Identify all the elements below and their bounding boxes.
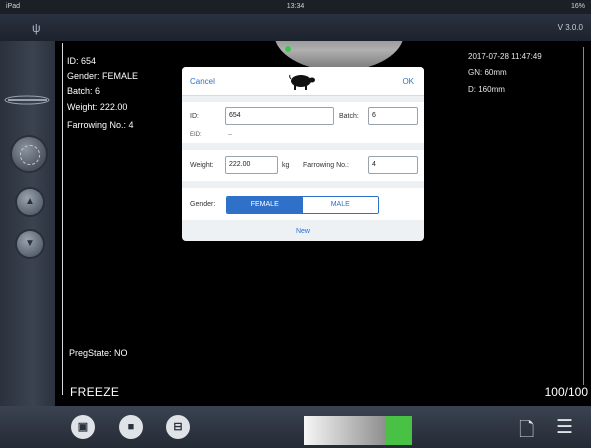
status-bar: iPad 13:34 16% [0,0,591,14]
id-label: ID: [190,113,199,120]
camera-icon[interactable]: ■ [119,415,143,439]
pig-icon [289,74,315,90]
file-search-icon[interactable]: 🗋 [519,416,534,448]
gain-dial[interactable] [12,137,46,171]
dialog-header: Cancel OK [182,67,424,96]
gender-label: Gender: [190,201,216,208]
farrowing-label: Farrowing No.: [303,162,349,169]
gray-scale-ruler [578,47,584,385]
gray-scale-bar[interactable] [304,416,412,445]
new-button[interactable]: New [182,228,424,235]
weight-field[interactable]: 222.00 [225,156,278,174]
animal-info-dialog: Cancel OK ID: 654 Batch: 6 EID: -- Weigh… [182,67,424,241]
frame-counter: 100/100 [544,385,588,399]
brand-logo [4,95,50,105]
overlay-datetime: 2017-07-28 11:47:49 [468,52,542,61]
weight-label: Weight: [190,162,214,169]
save-icon[interactable]: ⊟ [166,415,190,439]
weight-section: Weight: 222.00 kg Farrowing No.: 4 [182,150,424,181]
battery-level: 16% [570,3,585,10]
batch-label: Batch: [339,113,359,120]
cancel-button[interactable]: Cancel [190,77,215,86]
clock: 13:34 [286,3,305,10]
farrowing-field[interactable]: 4 [368,156,418,174]
list-icon[interactable]: ☰ [556,416,573,439]
id-section: ID: 654 Batch: 6 EID: -- [182,102,424,143]
id-field[interactable]: 654 [225,107,334,125]
top-bar: ψ V 3.0.0 [0,14,591,41]
gallery-icon[interactable]: ▣ [71,415,95,439]
gender-option-male[interactable]: MALE [302,197,378,213]
arrow-up-button[interactable]: ▲ [17,189,43,215]
eid-label: EID: [190,132,202,138]
batch-field[interactable]: 6 [368,107,418,125]
eid-value: -- [228,132,232,138]
left-sidebar: ▲ ▼ [0,41,55,406]
usb-icon: ψ [32,21,41,35]
app-version: V 3.0.0 [557,23,583,32]
gender-option-female[interactable]: FEMALE [227,197,303,213]
gender-toggle[interactable]: FEMALE MALE [226,196,379,214]
overlay-weight: Weight: 222.00 [67,102,128,112]
arrow-down-button[interactable]: ▼ [17,231,43,257]
ok-button[interactable]: OK [402,77,414,86]
bottom-toolbar: ▣ ■ ⊟ 🗋 ☰ [0,406,591,448]
overlay-gn: GN: 60mm [468,68,507,77]
freeze-status: FREEZE [70,385,120,399]
weight-unit: kg [282,162,290,169]
probe-indicator [285,46,291,52]
overlay-farrowing: Farrowing No.: 4 [67,120,134,130]
gray-scale-level [385,416,412,445]
overlay-gender: Gender: FEMALE [67,71,139,81]
overlay-id: ID: 654 [67,56,97,66]
overlay-preg-state: PregState: NO [69,348,128,358]
overlay-batch: Batch: 6 [67,86,101,96]
gender-section: Gender: FEMALE MALE [182,188,424,220]
overlay-depth: D: 160mm [468,85,505,94]
